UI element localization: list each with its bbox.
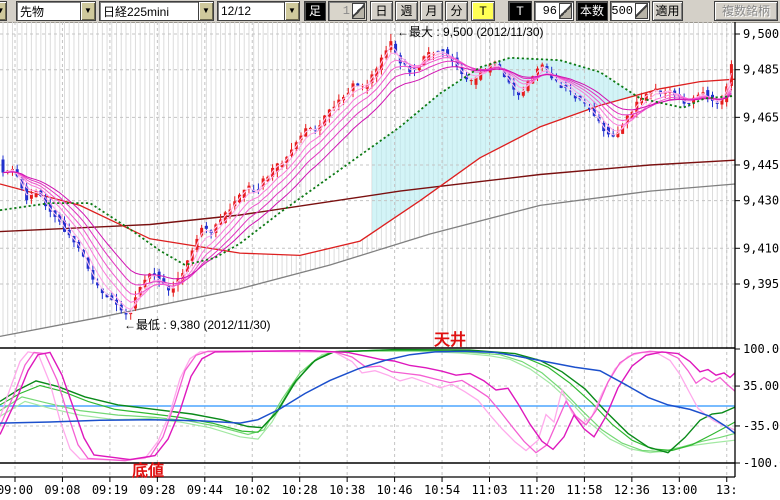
time-axis-label: 10:38 (329, 483, 365, 497)
hidden-combo-partial[interactable]: ▼ (0, 1, 7, 21)
time-axis-label: 10:54 (424, 483, 460, 497)
plot-layers (0, 22, 735, 477)
time-axis-label: 11:20 (519, 483, 555, 497)
oscillator-axis-label: 100.00 (743, 342, 780, 356)
day-button[interactable]: 日 (370, 1, 393, 21)
annotation-floor: 底値 (132, 461, 164, 480)
annotation-ceiling: 天井 (434, 330, 466, 349)
time-axis-label: 13: (716, 483, 738, 497)
spinner-diagonal-icon[interactable] (635, 3, 648, 19)
oscillator-axis-label: -100.00 (743, 456, 780, 470)
ticks-per-bar-value: 96 (535, 4, 559, 18)
time-axis-label: 11:58 (566, 483, 602, 497)
minute-button[interactable]: 分 (445, 1, 468, 21)
contract-select-value: 12/12 (218, 4, 284, 18)
price-axis-label: 9,500 (743, 27, 779, 41)
oscillator-axis-label: 35.00 (743, 379, 779, 393)
time-axis-label: 09:28 (139, 483, 175, 497)
ticks-per-bar-spinner[interactable]: 96 (534, 1, 574, 21)
chevron-down-icon[interactable]: ▼ (198, 2, 213, 20)
interval-spinner[interactable]: 1 (328, 1, 367, 21)
bar-count-spinner[interactable]: 500 (610, 1, 650, 21)
chevron-down-icon[interactable]: ▼ (80, 2, 95, 20)
time-axis-label: 09:00 (0, 483, 33, 497)
chevron-down-icon[interactable]: ▼ (284, 2, 299, 20)
price-chart-canvas: 9,500 9,485 9,465 9,445 9,430 9,410 9,395 100.0… (0, 22, 780, 500)
price-axis-label: 9,430 (743, 194, 779, 208)
month-button[interactable]: 月 (420, 1, 443, 21)
ashi-button[interactable]: 足 (304, 1, 326, 21)
oscillator-axis-label: -35.00 (743, 419, 780, 433)
chevron-down-icon[interactable]: ▼ (0, 2, 6, 20)
price-axis-label: 9,485 (743, 63, 779, 77)
price-axis-label: 9,465 (743, 110, 779, 124)
spinner-diagonal-icon[interactable] (352, 3, 365, 19)
time-axis-label: 09:44 (187, 483, 223, 497)
product-select-value: 先物 (17, 3, 80, 20)
chart-app: ▼ 先物 ▼ 日経225mini ▼ 12/12 ▼ 足 1 日 週 月 分 T… (0, 0, 780, 500)
bar-count-value: 500 (611, 4, 635, 18)
multi-symbol-button: 複数銘柄 (714, 1, 778, 21)
price-axis-label: 9,410 (743, 241, 779, 255)
time-axis-label: 09:19 (92, 483, 128, 497)
apply-button[interactable]: 適用 (652, 1, 683, 21)
contract-select[interactable]: 12/12 ▼ (217, 1, 300, 21)
time-axis-label: 10:28 (282, 483, 318, 497)
time-axis-label: 10:02 (234, 483, 270, 497)
time-axis-label: 09:08 (44, 483, 80, 497)
cloud-band (372, 58, 642, 233)
time-axis-label: 13:00 (661, 483, 697, 497)
tick-button-active[interactable]: T (471, 1, 495, 21)
time-axis-label: 10:46 (377, 483, 413, 497)
product-select[interactable]: 先物 ▼ (16, 1, 96, 21)
toolbar: ▼ 先物 ▼ 日経225mini ▼ 12/12 ▼ 足 1 日 週 月 分 T… (0, 0, 780, 23)
annotation-min: ←最低 : 9,380 (2012/11/30) (124, 318, 271, 332)
price-axis-label: 9,395 (743, 277, 779, 291)
annotation-max: ←最大 : 9,500 (2012/11/30) (397, 25, 544, 39)
price-axis-label: 9,445 (743, 158, 779, 172)
interval-value: 1 (329, 4, 352, 18)
rci-blue (0, 351, 735, 433)
symbol-select-value: 日経225mini (100, 3, 198, 20)
time-axis-label: 12:36 (614, 483, 650, 497)
tick-label-button[interactable]: T (508, 1, 532, 21)
week-button[interactable]: 週 (395, 1, 418, 21)
spinner-diagonal-icon[interactable] (559, 3, 572, 19)
time-axis-label: 11:03 (471, 483, 507, 497)
symbol-select[interactable]: 日経225mini ▼ (99, 1, 214, 21)
bar-count-label-button[interactable]: 本数 (576, 1, 608, 21)
